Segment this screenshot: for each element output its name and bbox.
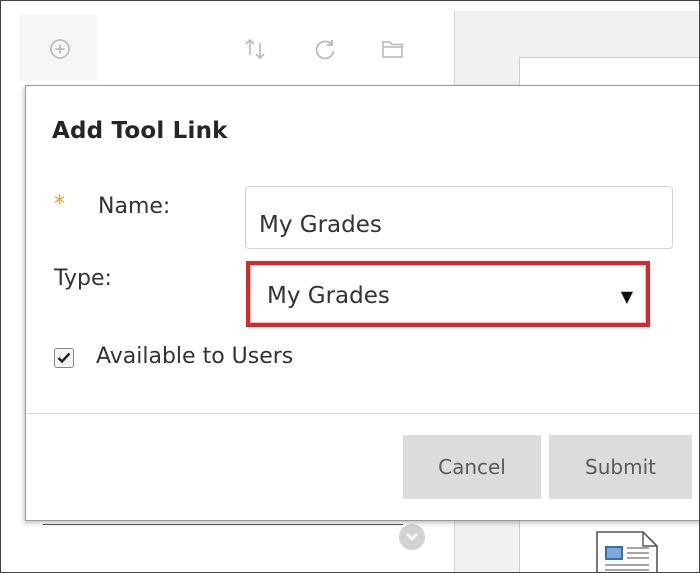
add-tool-link-dialog: Add Tool Link * Name: Type: My Grades ▼ …: [25, 85, 699, 521]
available-to-users-checkbox[interactable]: [54, 348, 74, 368]
required-indicator: *: [54, 192, 65, 217]
available-to-users-label: Available to Users: [96, 344, 294, 369]
submit-button[interactable]: Submit: [549, 435, 692, 499]
name-field[interactable]: [245, 186, 673, 249]
dialog-title: Add Tool Link: [52, 118, 228, 144]
checkmark-icon: [57, 352, 71, 364]
type-select-inner: My Grades ▼: [250, 265, 646, 323]
type-selected-value: My Grades: [267, 283, 390, 309]
caret-down-icon: ▼: [620, 287, 633, 306]
refresh-icon[interactable]: [311, 36, 339, 64]
document-icon: [595, 530, 659, 572]
reorder-icon[interactable]: [241, 35, 269, 63]
folder-icon[interactable]: [379, 35, 407, 63]
menu-divider: [43, 524, 403, 525]
cancel-button[interactable]: Cancel: [403, 435, 541, 499]
add-circle-icon[interactable]: [46, 35, 74, 63]
name-label: Name:: [98, 194, 171, 219]
chevron-down-icon[interactable]: [399, 524, 425, 550]
footer-divider: [26, 413, 699, 414]
screenshot-frame: Add Tool Link * Name: Type: My Grades ▼ …: [0, 0, 700, 573]
type-select[interactable]: My Grades ▼: [246, 261, 650, 327]
type-label: Type:: [54, 266, 112, 291]
